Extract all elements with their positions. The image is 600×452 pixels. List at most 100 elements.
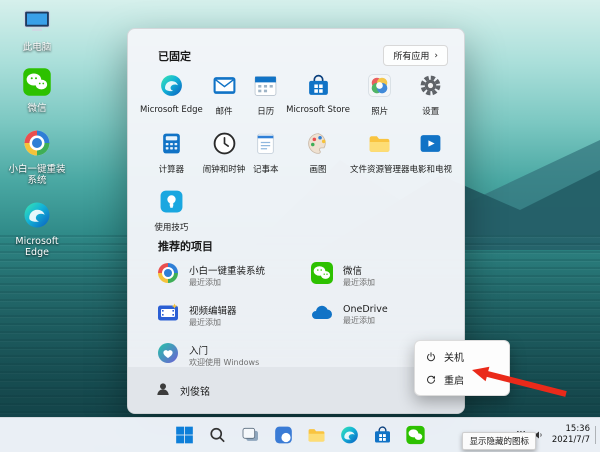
app-label: 邮件 (215, 107, 233, 117)
pinned-apps-grid: Microsoft Edge 邮件 日历 Microsoft Store 照片 … (140, 69, 452, 237)
app-label: 使用技巧 (154, 223, 189, 233)
pinned-header-label: 已固定 (158, 49, 191, 63)
paint-icon (306, 131, 331, 160)
pinned-section-header: 已固定 所有应用 › (158, 45, 448, 66)
pinned-app-tips[interactable]: 使用技巧 (140, 185, 203, 237)
desktop-icon-label: Microsoft Edge (15, 235, 59, 258)
pinned-app-photos[interactable]: 照片 (350, 69, 410, 121)
widgets-icon (275, 426, 292, 444)
desktop-icon-xiaobai[interactable]: 小白一键重装系统 (4, 128, 70, 187)
clock-icon (212, 131, 237, 160)
folder-icon (367, 131, 392, 160)
chevron-right-icon: › (434, 50, 438, 61)
desktop-icon-this-pc[interactable]: 此电脑 (4, 6, 70, 54)
app-label: 日历 (257, 107, 275, 117)
pinned-app-store[interactable]: Microsoft Store (286, 69, 350, 121)
desktop-icon-wechat[interactable]: 微信 (4, 67, 70, 115)
windows-logo-icon (176, 426, 193, 444)
pinned-app-calendar[interactable]: 日历 (245, 69, 286, 121)
app-label: 闹钟和时钟 (202, 165, 246, 175)
annotation-arrow (472, 366, 567, 397)
mail-icon (212, 73, 237, 102)
start-button[interactable] (173, 423, 197, 447)
edge-icon (341, 426, 358, 444)
recommended-title: 视频编辑器 (189, 305, 237, 317)
pinned-app-calculator[interactable]: 计算器 (140, 127, 203, 179)
pinned-app-notepad[interactable]: 记事本 (245, 127, 286, 179)
wechat-taskbar-button[interactable] (404, 423, 428, 447)
app-label: Microsoft Edge (140, 105, 203, 115)
get-started-icon (156, 341, 180, 369)
app-label: 计算器 (158, 165, 185, 175)
tips-bulb-icon (159, 189, 184, 218)
file-explorer-button[interactable] (305, 423, 329, 447)
store-icon (306, 73, 331, 102)
app-label: 画图 (309, 165, 327, 175)
pinned-app-mail[interactable]: 邮件 (203, 69, 246, 121)
edge-button[interactable] (338, 423, 362, 447)
calculator-icon (159, 131, 184, 160)
shutdown-label: 关机 (444, 353, 464, 364)
recommended-item-onedrive[interactable]: OneDrive 最近添加 (300, 297, 446, 333)
app-label: 文件资源管理器 (349, 165, 410, 175)
recommended-grid: 小白一键重装系统 最近添加 微信 最近添加 视频编辑器 最近添加 OneDrive 最近… (146, 257, 446, 373)
search-icon (210, 427, 225, 443)
wechat-icon (406, 425, 425, 445)
store-icon (375, 426, 390, 443)
pinned-app-edge[interactable]: Microsoft Edge (140, 69, 203, 121)
desktop-icon-label: 微信 (27, 102, 47, 114)
user-avatar-icon (154, 380, 172, 401)
clock[interactable]: 15:36 2021/7/7 (552, 424, 590, 446)
photos-icon (367, 73, 392, 102)
power-icon (427, 351, 435, 361)
desktop-icon-edge[interactable]: Microsoft Edge (4, 200, 70, 259)
all-apps-button[interactable]: 所有应用 › (383, 45, 448, 66)
search-button[interactable] (206, 423, 230, 447)
recommended-item-xiaobai[interactable]: 小白一键重装系统 最近添加 (146, 257, 292, 293)
notepad-icon (253, 131, 278, 160)
xiaobai-icon (156, 261, 180, 289)
recommended-title: 小白一键重装系统 (189, 265, 266, 277)
folder-icon (308, 429, 325, 442)
store-button[interactable] (371, 423, 395, 447)
desktop-icon-column: 此电脑 微信 小白一键重装系统 Microsoft Edge (4, 6, 70, 259)
taskbar-center-icons (173, 418, 428, 452)
pinned-app-paint[interactable]: 画图 (286, 127, 350, 179)
recommended-header-label: 推荐的项目 (158, 240, 213, 253)
desktop-icon-label: 小白一键重装系统 (8, 163, 66, 186)
recommended-subtitle: 欢迎使用 Windows (189, 357, 260, 367)
recommended-item-wechat[interactable]: 微信 最近添加 (300, 257, 446, 293)
calendar-icon (253, 73, 278, 102)
recommended-item-video-editor[interactable]: 视频编辑器 最近添加 (146, 297, 292, 333)
desktop: 此电脑 微信 小白一键重装系统 Microsoft Edge 已固定 所有应用 … (0, 0, 600, 452)
show-desktop-button[interactable] (595, 426, 598, 444)
widgets-button[interactable] (272, 423, 296, 447)
pinned-app-alarms-clock[interactable]: 闹钟和时钟 (202, 127, 246, 179)
tray-date: 2021/7/7 (551, 435, 590, 445)
edge-icon (22, 200, 52, 234)
all-apps-label: 所有应用 (393, 52, 430, 62)
user-profile-button[interactable]: 刘俊铭 (154, 380, 210, 401)
recommended-subtitle: 最近添加 (189, 277, 221, 287)
movies-icon (418, 131, 443, 160)
recommended-title: OneDrive (343, 304, 388, 315)
pinned-app-settings[interactable]: 设置 (409, 69, 452, 121)
video-editor-icon (156, 301, 180, 329)
show-hidden-icons-tooltip: 显示隐藏的图标 (462, 432, 536, 450)
wechat-icon (22, 67, 52, 101)
xiaobai-icon (22, 128, 52, 162)
desktop-icon-label: 此电脑 (22, 42, 52, 53)
task-view-button[interactable] (239, 423, 263, 447)
user-name: 刘俊铭 (180, 386, 210, 398)
app-label: 照片 (371, 107, 389, 117)
app-label: 电影和电视 (409, 165, 452, 175)
pinned-app-movies-tv[interactable]: 电影和电视 (409, 127, 452, 179)
app-label: 记事本 (252, 165, 279, 175)
task-view-icon (242, 427, 258, 441)
app-label: Microsoft Store (286, 105, 350, 115)
recommended-title: 微信 (343, 265, 363, 277)
recommended-subtitle: 最近添加 (343, 316, 375, 325)
pinned-app-file-explorer[interactable]: 文件资源管理器 (349, 127, 410, 179)
app-label: 设置 (422, 107, 440, 117)
this-pc-icon (22, 6, 52, 40)
